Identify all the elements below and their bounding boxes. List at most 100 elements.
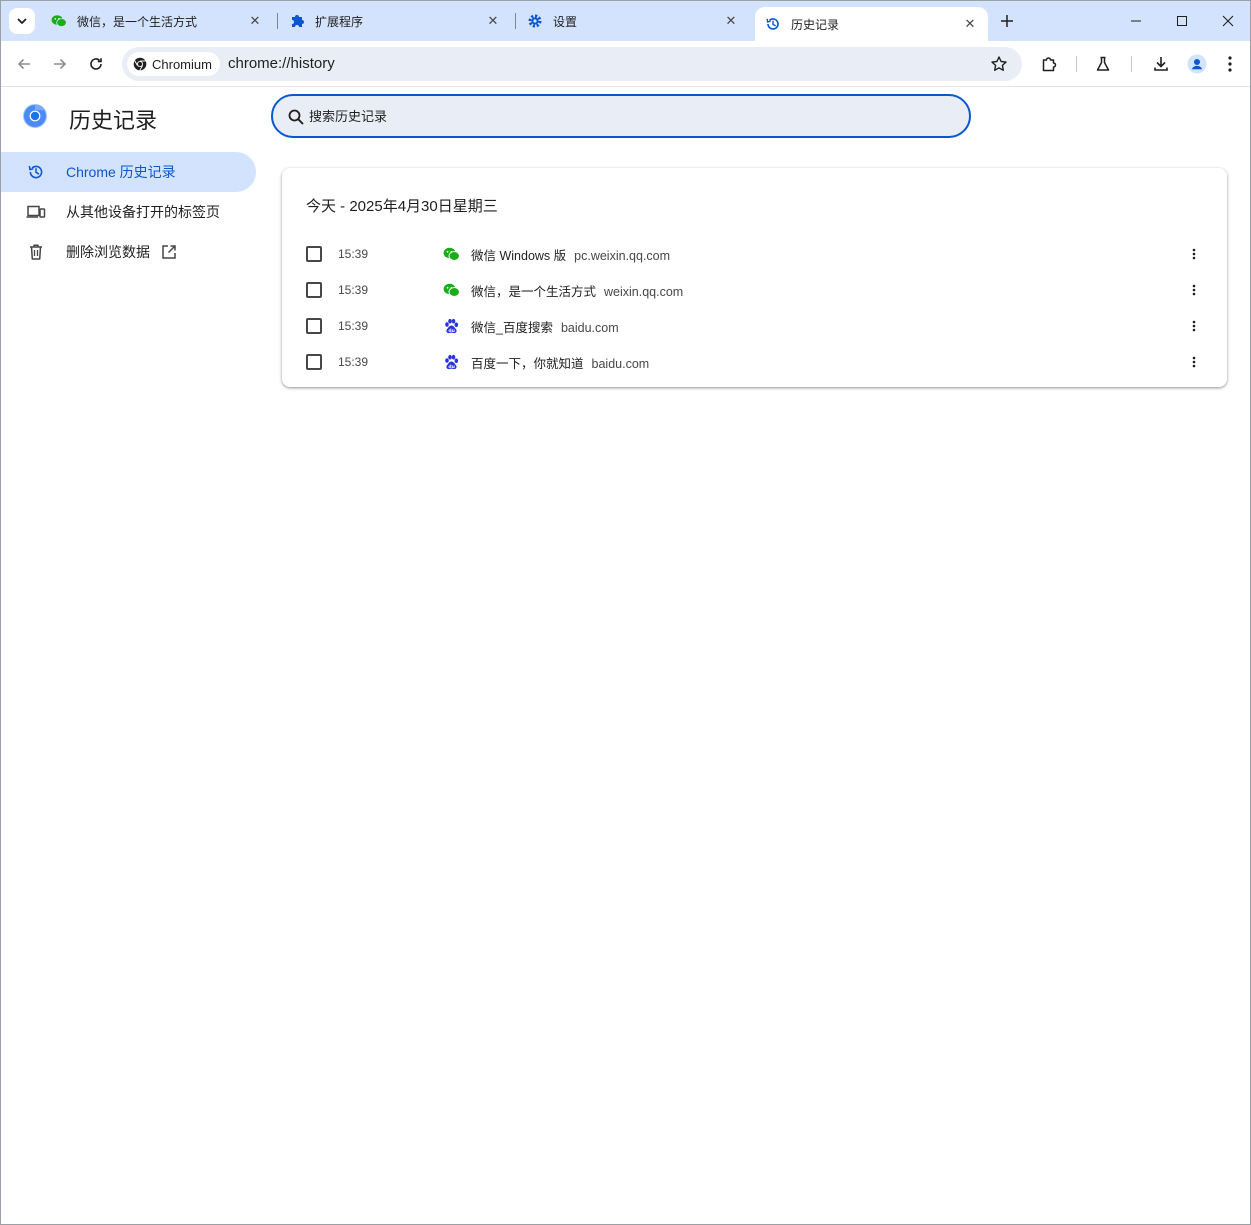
devices-icon	[26, 202, 46, 222]
history-entry[interactable]: 15:39 du 百度一下，你就知道 baidu.com	[282, 344, 1227, 380]
baidu-icon: du	[442, 317, 460, 335]
baidu-icon: du	[442, 353, 460, 371]
entry-checkbox[interactable]	[306, 354, 322, 370]
toolbar-separator	[1076, 56, 1077, 72]
download-icon	[1154, 57, 1168, 71]
history-entry[interactable]: 15:39 du 微信_百度搜索 baidu.com	[282, 308, 1227, 344]
sidebar-item-label: 删除浏览数据	[66, 244, 150, 260]
entry-time: 15:39	[338, 319, 369, 333]
tab-settings[interactable]: 设置 ✕	[517, 7, 749, 35]
svg-text:du: du	[448, 328, 455, 334]
chevron-down-icon	[17, 18, 27, 24]
sidebar-item-other-devices[interactable]: 从其他设备打开的标签页	[1, 192, 257, 232]
puzzle-icon	[1042, 57, 1057, 72]
sidebar-item-clear-browsing-data[interactable]: 删除浏览数据	[1, 232, 257, 272]
menu-button[interactable]	[1219, 53, 1241, 75]
entry-domain: weixin.qq.com	[604, 284, 684, 299]
entry-link[interactable]: 微信 Windows 版 pc.weixin.qq.com	[471, 245, 670, 264]
history-icon	[26, 162, 46, 182]
search-box[interactable]	[271, 94, 971, 138]
close-icon[interactable]: ✕	[485, 13, 501, 29]
more-actions-button[interactable]	[1188, 316, 1200, 336]
tab-title: 设置	[553, 14, 578, 29]
tab-title: 扩展程序	[315, 14, 364, 29]
entry-link[interactable]: 微信，是一个生活方式 weixin.qq.com	[471, 281, 683, 300]
reload-icon	[90, 58, 102, 70]
wechat-icon	[442, 245, 460, 263]
more-vertical-icon	[1192, 248, 1196, 260]
date-heading: 今天 - 2025年4月30日星期三	[306, 198, 498, 215]
entry-title: 微信 Windows 版	[471, 248, 567, 263]
entry-title: 微信，是一个生活方式	[471, 284, 597, 299]
chrome-logo-icon	[23, 104, 47, 128]
maximize-button[interactable]	[1159, 1, 1205, 41]
entry-checkbox[interactable]	[306, 318, 322, 334]
sidebar-item-label: Chrome 历史记录	[66, 164, 176, 180]
open-in-new-icon	[162, 245, 176, 259]
tab-search-button[interactable]	[9, 8, 35, 34]
extensions-button[interactable]	[1038, 53, 1060, 75]
back-button[interactable]	[13, 53, 35, 75]
toolbar: Chromium chrome://history	[1, 41, 1250, 87]
avatar-icon	[1187, 54, 1207, 74]
more-vertical-icon	[1192, 284, 1196, 296]
close-icon[interactable]: ✕	[962, 16, 978, 32]
tab-separator	[277, 13, 278, 29]
wechat-icon	[442, 281, 460, 299]
trash-icon	[26, 242, 46, 262]
labs-button[interactable]	[1092, 53, 1114, 75]
entry-time: 15:39	[338, 247, 369, 261]
history-entry[interactable]: 15:39 微信 Windows 版 pc.weixin.qq.com	[282, 236, 1227, 272]
sidebar-item-label: 从其他设备打开的标签页	[66, 204, 220, 220]
entry-link[interactable]: 微信_百度搜索 baidu.com	[471, 317, 619, 336]
svg-text:du: du	[448, 364, 455, 370]
more-vertical-icon	[1192, 356, 1196, 368]
history-page: 历史记录 Chrome 历史记录 从其他设备打开的标签页 删除浏览数据	[1, 88, 1250, 1224]
chromium-logo-icon	[133, 57, 147, 71]
profile-button[interactable]	[1186, 53, 1208, 75]
more-actions-button[interactable]	[1188, 280, 1200, 300]
new-tab-button[interactable]	[997, 11, 1017, 31]
entry-time: 15:39	[338, 355, 369, 369]
tab-wechat[interactable]: 微信，是一个生活方式 ✕	[41, 7, 273, 35]
more-actions-button[interactable]	[1188, 244, 1200, 264]
entry-title: 微信_百度搜索	[471, 320, 553, 335]
tab-strip: 微信，是一个生活方式 ✕ 扩展程序 ✕ 设置 ✕ 历史记录 ✕	[1, 1, 1250, 41]
forward-button[interactable]	[49, 53, 71, 75]
search-input[interactable]	[309, 106, 909, 126]
entry-time: 15:39	[338, 283, 369, 297]
puzzle-icon	[289, 13, 305, 29]
close-icon[interactable]: ✕	[723, 13, 739, 29]
tab-title: 微信，是一个生活方式	[77, 14, 198, 29]
page-title: 历史记录	[69, 108, 158, 133]
search-icon	[288, 109, 304, 125]
url-text[interactable]: chrome://history	[228, 55, 335, 72]
entry-title: 百度一下，你就知道	[471, 356, 584, 371]
downloads-button[interactable]	[1150, 53, 1172, 75]
arrow-right-icon	[54, 58, 67, 70]
maximize-icon	[1177, 16, 1187, 26]
history-entry[interactable]: 15:39 微信，是一个生活方式 weixin.qq.com	[282, 272, 1227, 308]
tab-extensions[interactable]: 扩展程序 ✕	[279, 7, 511, 35]
reload-button[interactable]	[85, 53, 107, 75]
minimize-button[interactable]	[1113, 1, 1159, 41]
window-close-button[interactable]	[1205, 1, 1251, 41]
browser-window: 微信，是一个生活方式 ✕ 扩展程序 ✕ 设置 ✕ 历史记录 ✕ Chromium…	[0, 0, 1251, 1225]
plus-icon	[1001, 15, 1013, 27]
gear-icon	[527, 13, 543, 29]
more-vertical-icon	[1228, 56, 1232, 72]
entry-checkbox[interactable]	[306, 246, 322, 262]
entry-domain: pc.weixin.qq.com	[574, 248, 671, 263]
entry-domain: baidu.com	[591, 356, 650, 371]
omnibox[interactable]: Chromium chrome://history	[122, 47, 1022, 81]
more-actions-button[interactable]	[1188, 352, 1200, 372]
bookmark-star-icon[interactable]	[990, 55, 1008, 73]
sidebar-item-chrome-history[interactable]: Chrome 历史记录	[1, 152, 256, 192]
close-icon[interactable]: ✕	[247, 13, 263, 29]
site-info-chip[interactable]: Chromium	[127, 52, 220, 76]
arrow-left-icon	[17, 58, 30, 70]
entry-link[interactable]: 百度一下，你就知道 baidu.com	[471, 353, 649, 372]
tab-history[interactable]: 历史记录 ✕	[755, 7, 988, 41]
entry-checkbox[interactable]	[306, 282, 322, 298]
history-card: 今天 - 2025年4月30日星期三 15:39 微信 Windows 版 pc.…	[282, 168, 1227, 387]
